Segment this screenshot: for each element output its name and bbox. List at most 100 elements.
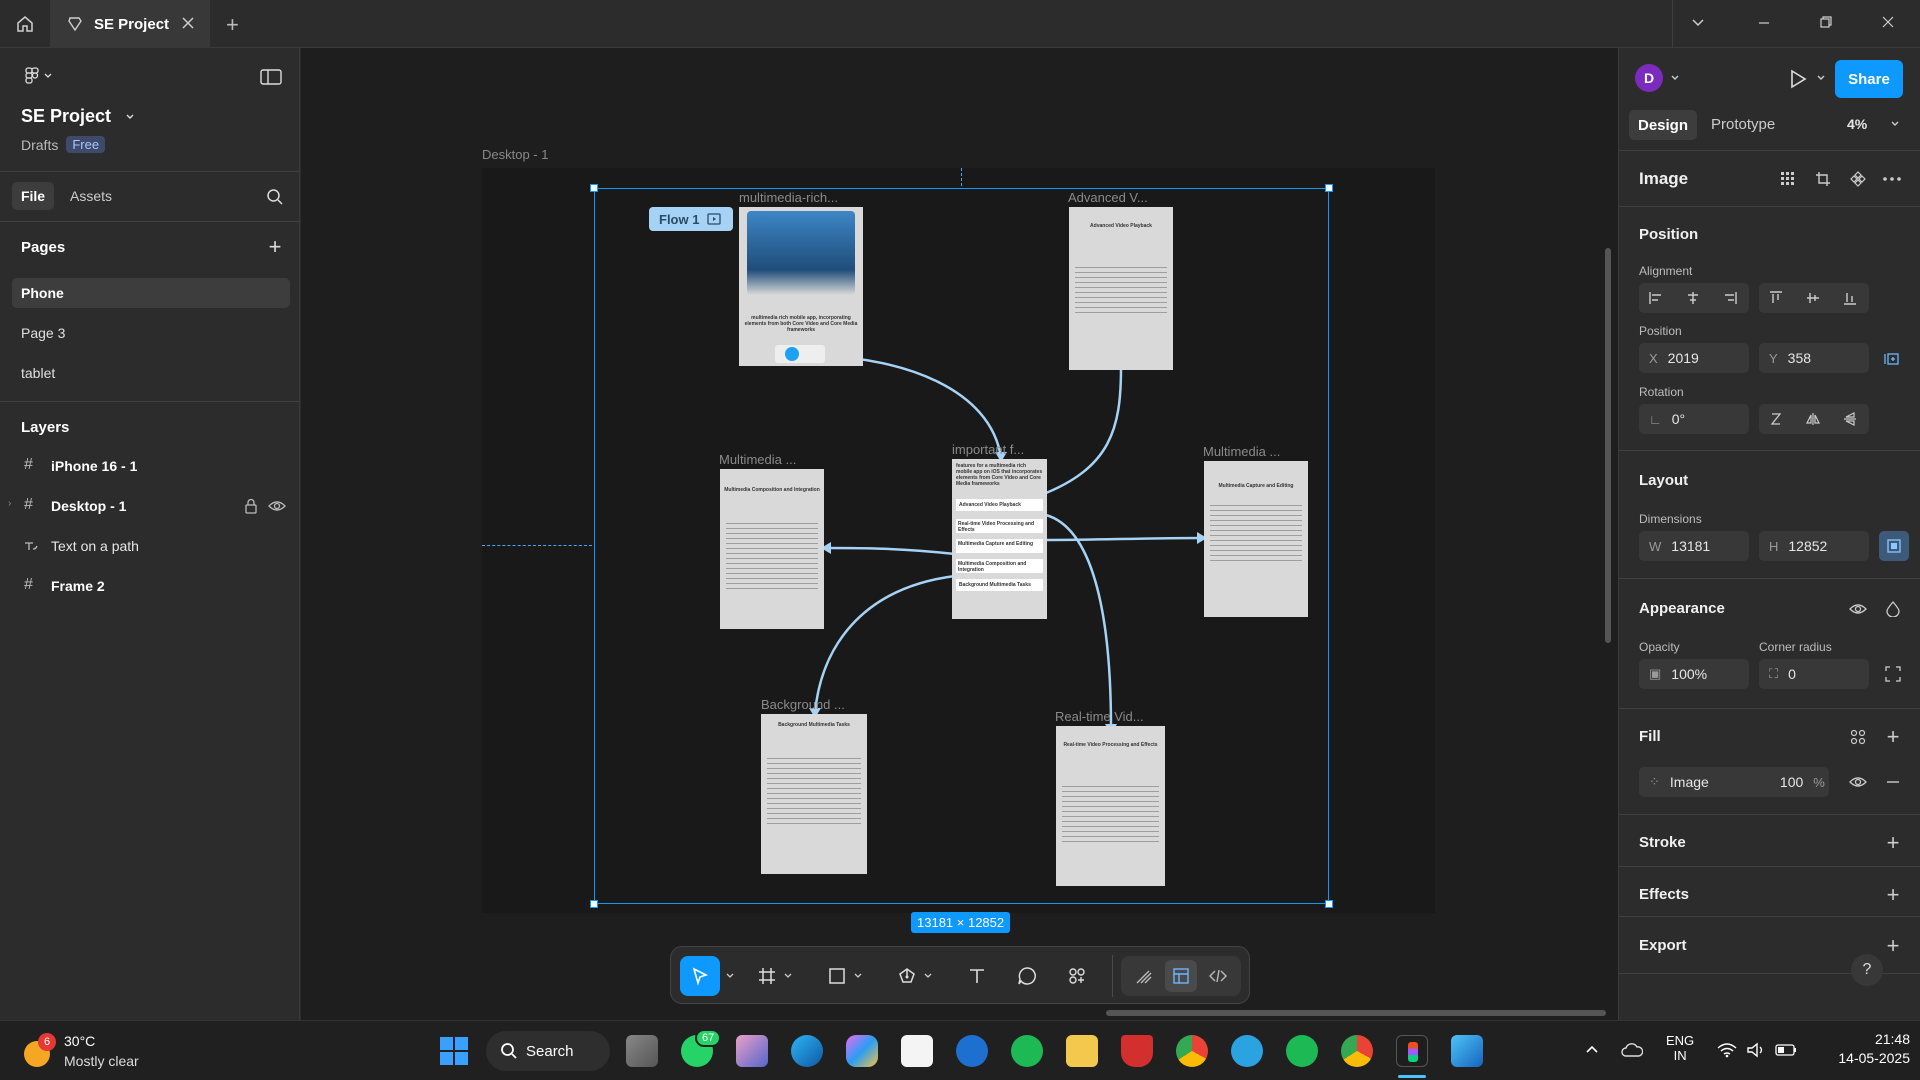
chevron-down-icon[interactable] [921, 960, 935, 992]
align-middle-icon[interactable] [1802, 288, 1824, 308]
eye-icon[interactable] [1847, 771, 1869, 793]
chevron-down-icon[interactable] [781, 960, 795, 992]
file-explorer-icon[interactable] [1066, 1035, 1098, 1067]
card-multimedia-rich[interactable]: multimedia rich mobile app, incorporatin… [739, 207, 863, 366]
height-field[interactable]: H 12852 [1759, 531, 1869, 561]
flip-vertical-icon[interactable] [1839, 409, 1861, 429]
x-position-field[interactable]: X 2019 [1639, 343, 1749, 373]
dev-mode-icon[interactable] [1202, 960, 1234, 992]
align-top-icon[interactable] [1765, 288, 1787, 308]
layer-desktop-1[interactable]: › # Desktop - 1 [0, 490, 300, 522]
new-tab-icon[interactable]: + [226, 12, 239, 38]
taskbar-search[interactable]: Search [486, 1031, 610, 1071]
layer-iphone-16-1[interactable]: # iPhone 16 - 1 [0, 450, 300, 482]
menu-item[interactable]: Multimedia Capture and Editing [956, 539, 1043, 553]
draw-mode-icon[interactable] [1128, 960, 1160, 992]
vertical-scrollbar[interactable] [1605, 248, 1611, 643]
frame-tool-icon[interactable] [751, 960, 783, 992]
close-window-icon[interactable] [1880, 14, 1896, 33]
crop-icon[interactable] [1812, 168, 1834, 190]
card-background-tasks[interactable]: Background Multimedia Tasks [761, 714, 867, 874]
independent-corners-icon[interactable] [1882, 663, 1904, 685]
design-mode-icon[interactable] [1165, 960, 1197, 992]
photos-icon[interactable] [1451, 1035, 1483, 1067]
card-multimedia-composition[interactable]: Multimedia Composition and Integration [720, 469, 824, 629]
expand-arrow-icon[interactable]: › [8, 498, 11, 509]
edge-icon[interactable] [791, 1035, 823, 1067]
layer-frame-2[interactable]: # Frame 2 [0, 570, 300, 602]
copilot-icon[interactable] [846, 1035, 878, 1067]
card-multimedia-capture[interactable]: Multimedia Capture and Editing [1204, 461, 1308, 617]
constraints-icon[interactable] [1881, 348, 1903, 368]
card-advanced-video[interactable]: Advanced Video Playback [1069, 207, 1173, 370]
whatsapp-icon[interactable]: 67 [681, 1029, 722, 1067]
width-field[interactable]: W 13181 [1639, 531, 1749, 561]
main-menu-icon[interactable] [20, 64, 60, 88]
actions-tool-icon[interactable] [1061, 960, 1093, 992]
eye-icon[interactable] [1847, 598, 1869, 620]
next-button[interactable] [775, 345, 825, 363]
weather-widget[interactable]: 6 [22, 1033, 56, 1067]
add-page-icon[interactable]: + [264, 234, 286, 259]
add-fill-icon[interactable]: + [1882, 724, 1904, 749]
avatar[interactable]: D [1635, 64, 1663, 92]
language-indicator[interactable]: ENG IN [1666, 1033, 1694, 1063]
paint-icon[interactable] [736, 1035, 768, 1067]
menu-item[interactable]: Background Multimedia Tasks [956, 579, 1043, 591]
volume-icon[interactable] [1745, 1039, 1767, 1061]
move-tool-icon[interactable] [680, 956, 720, 996]
eye-icon[interactable] [268, 499, 286, 516]
page-item-page-3[interactable]: Page 3 [21, 325, 65, 341]
onedrive-icon[interactable] [1620, 1039, 1644, 1061]
tab-file[interactable]: File [12, 182, 54, 210]
constrain-proportions-icon[interactable] [1879, 531, 1909, 561]
battery-icon[interactable] [1774, 1039, 1798, 1061]
component-icon[interactable] [1847, 168, 1869, 190]
remove-fill-icon[interactable] [1882, 771, 1904, 793]
align-right-icon[interactable] [1719, 288, 1741, 308]
chrome-icon[interactable] [1176, 1035, 1208, 1067]
pen-tool-icon[interactable] [891, 960, 923, 992]
figma-icon[interactable] [1396, 1035, 1428, 1067]
present-play-icon[interactable] [1785, 66, 1811, 92]
opacity-field[interactable]: ▣ 100% [1639, 659, 1749, 689]
y-position-field[interactable]: Y 358 [1759, 343, 1869, 373]
chrome-icon[interactable] [1341, 1035, 1373, 1067]
layer-text-on-a-path[interactable]: Text on a path [0, 530, 300, 562]
help-icon[interactable]: ? [1851, 954, 1883, 986]
menu-item[interactable]: Real-time Video Processing and Effects [956, 519, 1043, 533]
search-icon[interactable] [264, 186, 286, 208]
rectangle-tool-icon[interactable] [821, 960, 853, 992]
clock[interactable]: 21:48 14-05-2025 [1818, 1031, 1910, 1066]
grid-icon[interactable] [1777, 168, 1799, 190]
fill-row[interactable]: ⁘ Image 100 % [1639, 767, 1829, 797]
chevron-up-icon[interactable] [1582, 1039, 1602, 1059]
lock-icon[interactable] [244, 498, 258, 517]
align-left-icon[interactable] [1645, 288, 1667, 308]
card-important-features[interactable]: features for a multimedia rich mobile ap… [952, 459, 1047, 619]
mcafee-icon[interactable] [1121, 1035, 1153, 1067]
add-effect-icon[interactable]: + [1882, 882, 1904, 907]
add-stroke-icon[interactable]: + [1882, 830, 1904, 855]
project-name-button[interactable]: SE Project [21, 106, 135, 127]
card-real-time-video[interactable]: Real-time Video Processing and Effects [1056, 726, 1165, 886]
close-tab-icon[interactable] [180, 15, 196, 35]
more-options-icon[interactable] [1881, 168, 1903, 190]
chevron-down-icon[interactable] [1815, 72, 1827, 84]
menu-item[interactable]: Advanced Video Playback [956, 499, 1043, 511]
page-item-tablet[interactable]: tablet [21, 365, 55, 381]
blend-drop-icon[interactable] [1882, 598, 1904, 620]
align-bottom-icon[interactable] [1839, 288, 1861, 308]
toggle-sidebar-icon[interactable] [258, 66, 284, 88]
zoom-level[interactable]: 4% [1847, 116, 1867, 132]
comment-tool-icon[interactable] [1011, 960, 1043, 992]
chevron-down-icon[interactable] [1690, 14, 1706, 33]
chevron-down-icon[interactable] [1889, 118, 1901, 130]
dell-icon[interactable] [956, 1035, 988, 1067]
store-icon[interactable] [901, 1035, 933, 1067]
home-icon[interactable] [10, 10, 40, 38]
restore-icon[interactable] [1818, 14, 1834, 33]
telegram-icon[interactable] [1231, 1035, 1263, 1067]
menu-item[interactable]: Multimedia Composition and Integration [956, 559, 1043, 573]
align-center-icon[interactable] [1682, 288, 1704, 308]
